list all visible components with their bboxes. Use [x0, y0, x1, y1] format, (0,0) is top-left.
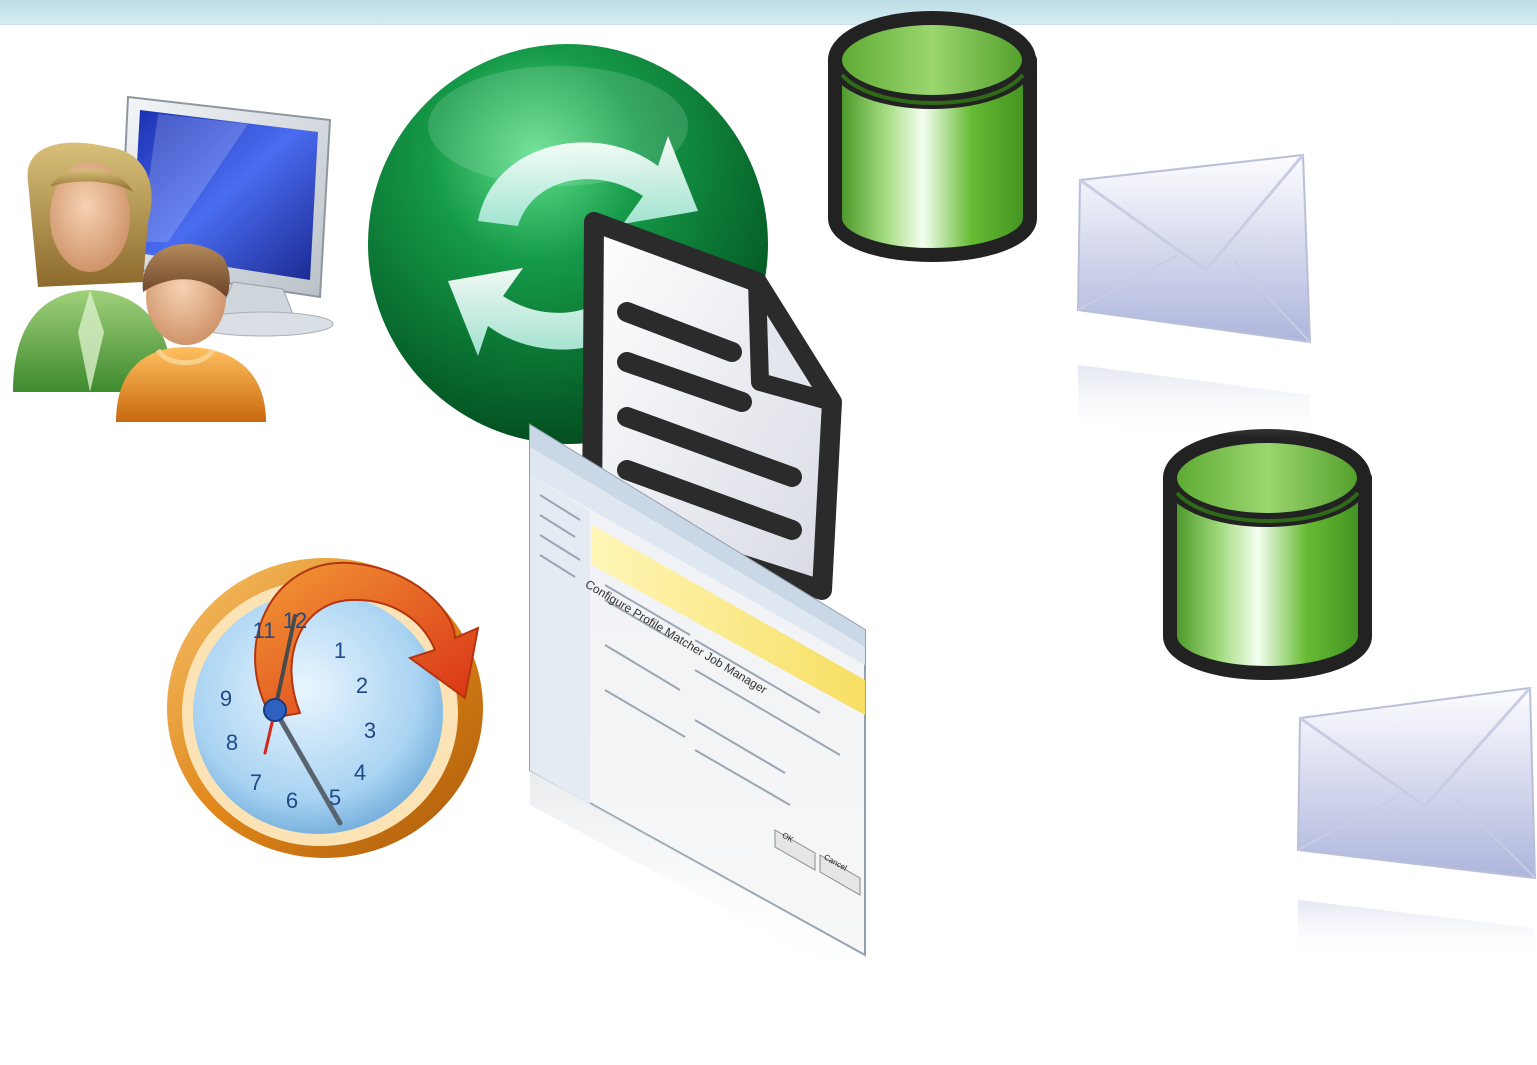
clock-number-4: 4: [354, 760, 366, 785]
clock-number-7: 7: [250, 770, 262, 795]
clock-number-9: 9: [220, 686, 232, 711]
scheduled-clock-icon: 12 1 2 3 4 5 6 7 8 9 11: [167, 558, 483, 858]
database-icon-top: [828, 11, 1037, 262]
database-icon-bottom: [1163, 429, 1372, 680]
app-screenshot: Configure Profile Matcher Job Manager OK…: [520, 423, 880, 985]
clock-number-2: 2: [356, 673, 368, 698]
users-computer-icon: [13, 95, 334, 422]
clock-number-3: 3: [364, 718, 376, 743]
clock-number-1: 1: [334, 638, 346, 663]
clock-number-8: 8: [226, 730, 238, 755]
envelope-icon-top: [1076, 153, 1312, 440]
clock-number-6: 6: [286, 788, 298, 813]
envelope-icon-bottom: [1296, 686, 1537, 958]
header-band: [0, 0, 1537, 25]
clock-number-11: 11: [253, 618, 276, 643]
